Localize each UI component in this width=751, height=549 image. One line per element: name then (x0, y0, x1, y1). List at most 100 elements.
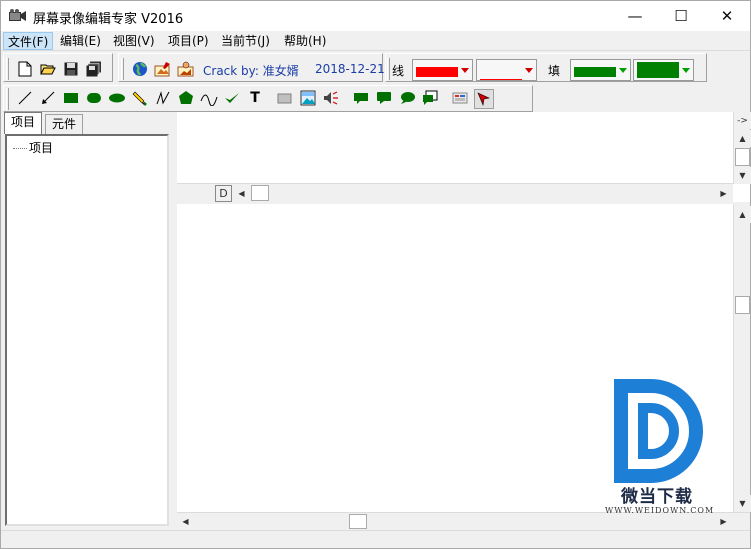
close-button[interactable]: ✕ (704, 1, 750, 31)
scroll-thumb[interactable] (735, 148, 750, 166)
film-camera-icon (9, 9, 27, 23)
save-disk-icon[interactable] (62, 60, 80, 78)
chevron-down-icon (682, 68, 690, 73)
chevron-down-icon (525, 68, 533, 73)
scroll-thumb[interactable] (735, 296, 750, 314)
scroll-right-button[interactable]: ▶ (715, 185, 732, 202)
close-icon: ✕ (720, 7, 734, 25)
color-toolbar-group: 线 填 (385, 53, 707, 82)
web-toolbar-group: Crack by: 准女婿 2018-12-21 (118, 53, 385, 82)
window-title: 屏幕录像编辑专家 V2016 (33, 12, 184, 27)
tab-project[interactable]: 项目 (4, 112, 43, 134)
watermark-url: WWW.WEIDOWN.COM (605, 506, 715, 515)
toolbar-grip[interactable] (6, 58, 9, 80)
pen-tool-icon[interactable] (131, 89, 149, 107)
image-edit-icon[interactable] (154, 60, 172, 78)
file-toolbar-group (3, 53, 113, 82)
timeline-hscroll[interactable]: D ◀ ▶ (177, 183, 733, 202)
timeline-vscroll[interactable]: -> ▲ ▼ (733, 112, 751, 184)
picture-tool-icon[interactable] (299, 89, 317, 107)
mosaic-tool-icon[interactable] (276, 89, 294, 107)
line-color-swatch (416, 66, 458, 80)
toolbar-grip[interactable] (387, 58, 390, 80)
select-pointer-tool-icon[interactable] (474, 89, 494, 109)
callout-rect-tool-icon[interactable] (352, 89, 370, 107)
audio-tool-icon[interactable] (322, 89, 340, 107)
scroll-up-button[interactable]: ▲ (734, 130, 751, 147)
draw-toolbar-group: T (3, 85, 533, 112)
menu-bar: 文件(F) 编辑(E) 视图(V) 项目(P) 当前节(J) 帮助(H) (1, 31, 750, 51)
toolbar-grip[interactable] (6, 88, 9, 110)
line-color-label: 线 (392, 64, 405, 78)
chevron-down-icon (619, 68, 627, 73)
fill-color2-swatch (637, 62, 679, 81)
rounded-rect-tool-icon[interactable] (85, 89, 103, 107)
text-tool-icon[interactable]: T (246, 89, 264, 107)
timeline-d-button[interactable]: D (215, 185, 232, 202)
scroll-down-button[interactable]: ▼ (734, 495, 751, 512)
main-toolbar: Crack by: 准女婿 2018-12-21 线 填 (1, 52, 750, 84)
menu-file[interactable]: 文件(F) (3, 32, 54, 50)
fill-color-label: 填 (548, 64, 561, 78)
callout-image-tool-icon[interactable] (421, 89, 439, 107)
maximize-button[interactable]: ☐ (658, 1, 704, 31)
fill-color-swatch (574, 66, 616, 80)
line-color-select[interactable] (412, 59, 473, 81)
app-window: 屏幕录像编辑专家 V2016 — ☐ ✕ 文件(F) 编辑(E) 视图(V) 项… (0, 0, 751, 549)
person-image-icon[interactable] (177, 60, 195, 78)
fill-color2-select[interactable] (633, 59, 694, 81)
freehand-tool-icon[interactable] (154, 89, 172, 107)
scroll-left-button[interactable]: ◀ (233, 185, 250, 202)
tab-components[interactable]: 元件 (45, 114, 84, 134)
ellipse-tool-icon[interactable] (108, 89, 126, 107)
scroll-thumb[interactable] (349, 514, 367, 529)
line-style-line (480, 79, 522, 80)
left-panel: 项目 元件 项目 (1, 112, 175, 530)
save-all-icon[interactable] (85, 60, 103, 78)
menu-view[interactable]: 视图(V) (109, 32, 159, 50)
maximize-icon: ☐ (674, 7, 688, 25)
minimize-button[interactable]: — (612, 1, 658, 31)
fill-color-fill (574, 67, 616, 77)
timeline-pane: -> ▲ ▼ D ◀ ▶ (177, 112, 751, 202)
tree-connector (13, 148, 27, 149)
menu-edit[interactable]: 编辑(E) (56, 32, 105, 50)
minimize-icon: — (627, 7, 643, 25)
menu-current-section[interactable]: 当前节(J) (217, 32, 274, 50)
scroll-up-button[interactable]: ▲ (734, 206, 751, 223)
scroll-down-button[interactable]: ▼ (734, 167, 751, 184)
chevron-down-icon (461, 68, 469, 73)
toolbar-grip[interactable] (121, 58, 124, 80)
curve-tool-icon[interactable] (200, 89, 218, 107)
polygon-tool-icon[interactable] (177, 89, 195, 107)
callout-round-tool-icon[interactable] (375, 89, 393, 107)
project-tree: 项目 (5, 134, 169, 526)
crack-credit-label: Crack by: 准女婿 (203, 64, 299, 78)
line-tool-icon[interactable] (16, 89, 34, 107)
new-file-icon[interactable] (16, 60, 34, 78)
screen-capture-tool-icon[interactable] (451, 89, 469, 107)
line-style-select[interactable] (476, 59, 537, 81)
open-folder-icon[interactable] (39, 60, 57, 78)
watermark-brand: 微当下载 (621, 487, 693, 507)
draw-toolbar: T (1, 84, 750, 112)
menu-project[interactable]: 项目(P) (164, 32, 213, 50)
check-mark-tool-icon[interactable] (223, 89, 241, 107)
menu-help[interactable]: 帮助(H) (280, 32, 330, 50)
scroll-thumb[interactable] (251, 185, 269, 201)
arrow-line-tool-icon[interactable] (39, 89, 57, 107)
line-style-swatch (480, 70, 522, 84)
fill-color-select[interactable] (570, 59, 631, 81)
scroll-left-button[interactable]: ◀ (177, 513, 194, 530)
callout-ellipse-tool-icon[interactable] (398, 89, 416, 107)
fill-color2-fill (637, 62, 679, 78)
globe-icon[interactable] (131, 60, 149, 78)
tree-item-project[interactable]: 项目 (13, 139, 53, 156)
build-date-label: 2018-12-21 (315, 62, 385, 76)
rectangle-tool-icon[interactable] (62, 89, 80, 107)
line-color-fill (416, 67, 458, 77)
preview-vscroll[interactable]: ▲ ▼ (733, 204, 751, 512)
status-bar (1, 530, 750, 548)
title-bar: 屏幕录像编辑专家 V2016 — ☐ ✕ (1, 1, 750, 31)
corner-expand-button[interactable]: -> (734, 112, 751, 129)
